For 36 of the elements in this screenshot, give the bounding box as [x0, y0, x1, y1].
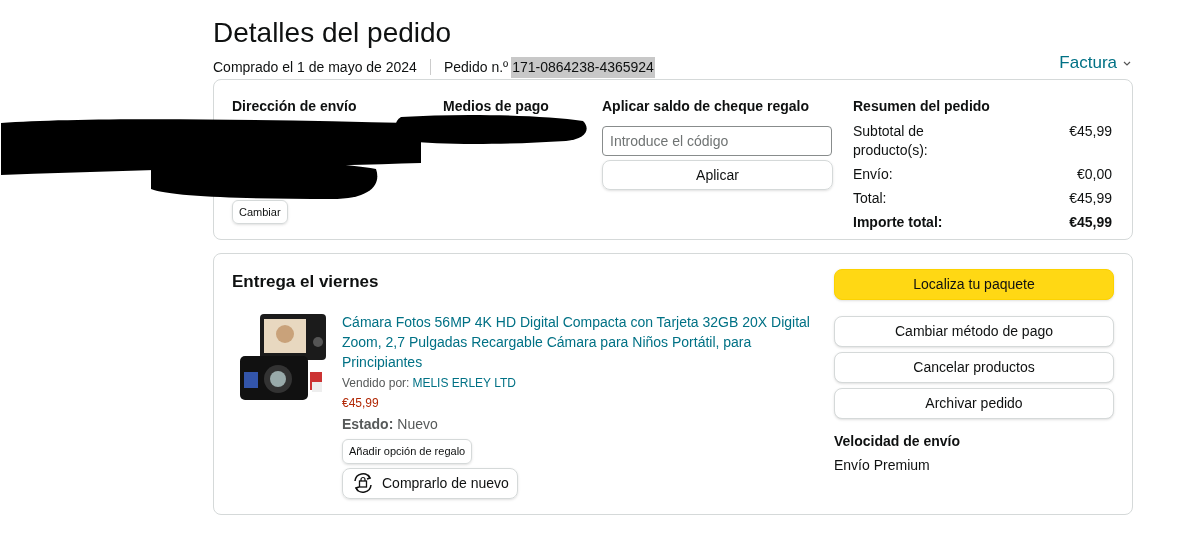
buy-again-button[interactable]: Comprarlo de nuevo: [342, 467, 518, 499]
action-button[interactable]: Cancelar productos: [834, 352, 1114, 383]
section-heading: Aplicar saldo de cheque regalo: [602, 97, 810, 116]
invoice-link[interactable]: Factura: [1059, 50, 1131, 76]
summary-label: Total:: [853, 189, 888, 208]
section-heading: Dirección de envío: [232, 97, 358, 116]
condition-value: Nuevo: [397, 416, 438, 432]
action-button[interactable]: Archivar pedido: [834, 388, 1114, 419]
seller-link[interactable]: MELIS ERLEY LTD: [412, 376, 516, 390]
summary-value: €45,99: [1069, 213, 1112, 232]
code-input-field[interactable]: Introduce el código: [602, 126, 832, 156]
product-title-link[interactable]: Cámara Fotos 56MP 4K HD Digital Compacta con Tarjeta 32GB 20X Digital Zoom, 2,7 Pulgadas Recargable Cámara para Niños Portátil, para Principiantes: [342, 312, 814, 372]
page-title: Detalles del pedido: [213, 16, 453, 50]
summary-label: Importe total:: [853, 213, 944, 232]
repeat-bag-icon: [351, 472, 375, 494]
summary-label: Envío:: [853, 165, 894, 184]
item-price: €45,99: [342, 395, 379, 411]
action-button[interactable]: Cambiar método de pago: [834, 316, 1114, 347]
order-label: Pedido n.º: [443, 57, 509, 77]
track-package-button[interactable]: Localiza tu paquete: [834, 269, 1114, 300]
shipping-speed: Envío Premium: [834, 456, 931, 475]
apply-button[interactable]: Aplicar: [602, 160, 833, 190]
summary-value: €0,00: [1076, 165, 1112, 184]
sold-by-label: Vendido por:: [342, 376, 410, 390]
section-heading: Velocidad de envío: [834, 432, 962, 451]
section-heading: Medios de pago: [443, 97, 550, 116]
chevron-down-icon: [1123, 60, 1131, 66]
gift-option-button[interactable]: Añadir opción de regalo: [342, 439, 473, 464]
delivery-heading: Entrega el viernes: [232, 271, 380, 293]
purchase-date: Comprado el 1 de mayo de 2024: [213, 57, 417, 77]
condition-label: Estado:: [342, 416, 394, 432]
order-number: 171-0864238-4365924: [511, 56, 655, 78]
summary-label: Subtotal de producto(s):: [853, 122, 929, 160]
summary-value: €45,99: [1069, 189, 1112, 208]
section-heading: Resumen del pedido: [853, 97, 991, 116]
summary-value: €45,99: [1069, 122, 1112, 141]
